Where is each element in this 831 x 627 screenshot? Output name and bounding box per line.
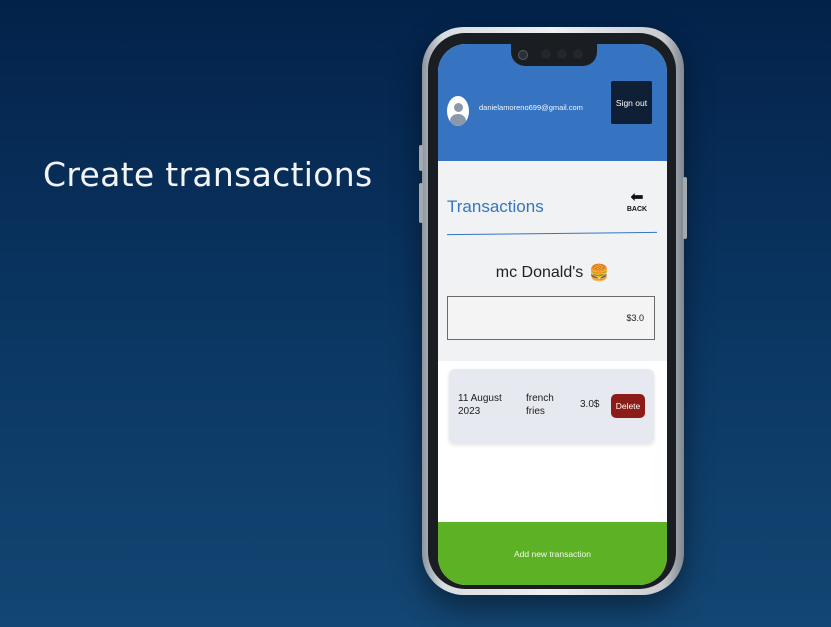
add-transaction-button[interactable]: Add new transaction [438,522,667,585]
list-item: 11 August 2023 french fries 3.0$ Delete [449,369,654,443]
delete-button[interactable]: Delete [611,394,645,418]
amount-field[interactable]: $3.0 [447,296,655,340]
phone-notch [511,44,597,66]
title-divider [447,231,657,236]
hero-headline: Create transactions [43,155,373,194]
sign-out-button[interactable]: Sign out [611,81,652,124]
transaction-form: Transactions ⬅ BACK mc Donald's 🍔 $3.0 [438,161,667,361]
store-name: mc Donald's [495,264,584,281]
user-email: danielamoreno699@gmail.com [479,103,583,112]
back-button[interactable]: ⬅ BACK [624,190,650,220]
page-title: Transactions [447,197,544,216]
avatar[interactable] [447,96,469,126]
phone-side-button [683,177,687,239]
phone-side-button [419,145,423,171]
phone-mockup: danielamoreno699@gmail.com Sign out Tran… [419,27,687,595]
store-heading: mc Donald's 🍔 [438,263,667,283]
transaction-description: french fries [526,393,554,417]
fastfood-icon: 🍔 [589,265,610,282]
arrow-left-icon: ⬅ [630,189,644,206]
camera-icon [518,50,528,60]
phone-side-button [419,183,423,223]
back-label: BACK [626,206,648,213]
user-icon [454,103,463,112]
phone-screen: danielamoreno699@gmail.com Sign out Tran… [438,44,667,585]
amount-value: $3.0 [626,313,644,323]
transaction-date: 11 August 2023 [458,393,502,417]
phone-bezel: danielamoreno699@gmail.com Sign out Tran… [428,33,676,589]
transaction-amount: 3.0$ [580,399,600,410]
